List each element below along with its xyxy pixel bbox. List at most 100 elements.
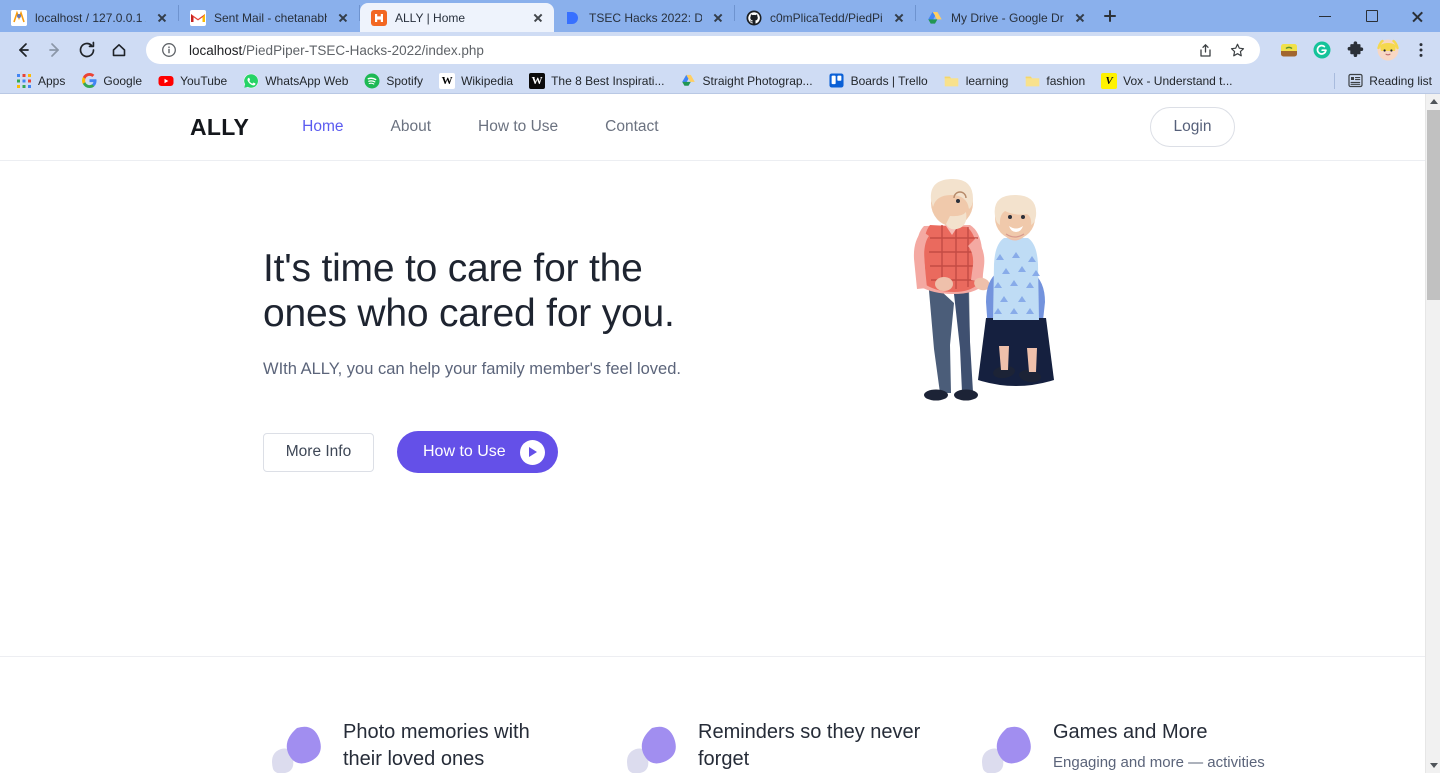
more-info-button[interactable]: More Info (263, 432, 374, 472)
browser-tab[interactable]: localhost / 127.0.0.1 / tsech (0, 3, 178, 32)
browser-tab[interactable]: c0mPlicaTedd/PiedPiper-TS (735, 3, 915, 32)
feature-card: Photo memories with their loved ones (263, 719, 568, 773)
scroll-up-icon[interactable] (1426, 94, 1440, 109)
bookmark-youtube[interactable]: YouTube (150, 70, 235, 92)
how-to-use-label: How to Use (423, 443, 506, 460)
bookmark-apps[interactable]: Apps (8, 70, 73, 92)
nav-link-contact[interactable]: Contact (605, 118, 658, 136)
close-icon[interactable] (530, 10, 546, 26)
bookmark-label: YouTube (180, 73, 228, 88)
bookmark-trello[interactable]: Boards | Trello (821, 70, 936, 92)
folder-icon (1024, 73, 1040, 89)
address-bar[interactable]: localhost/PiedPiper-TSEC-Hacks-2022/inde… (146, 36, 1260, 64)
ally-icon (371, 9, 387, 26)
browser-tab-active[interactable]: ALLY | Home (360, 3, 554, 32)
chrome-menu-icon[interactable] (1410, 39, 1432, 61)
spotify-icon (364, 73, 380, 89)
close-icon[interactable] (154, 10, 170, 26)
extensions-row (1268, 39, 1432, 61)
reload-icon[interactable] (72, 35, 102, 65)
window-controls (1302, 0, 1440, 32)
bookmark-straight-photography[interactable]: Straight Photograp... (672, 70, 820, 92)
hero-title-line1: It's time to care for the (263, 247, 643, 290)
bookmark-whatsapp[interactable]: WhatsApp Web (235, 70, 356, 92)
page-scrollbar[interactable] (1425, 94, 1440, 773)
close-window-button[interactable] (1394, 0, 1440, 32)
bookmark-vox[interactable]: V Vox - Understand t... (1093, 70, 1240, 92)
close-icon[interactable] (710, 10, 726, 26)
page-viewport: ALLY Home About How to Use Contact Login… (0, 94, 1440, 773)
home-icon[interactable] (104, 35, 134, 65)
whatsapp-icon (243, 73, 259, 89)
youtube-icon (158, 73, 174, 89)
bookmark-label: Vox - Understand t... (1123, 73, 1233, 88)
bookmark-label: Spotify (386, 73, 424, 88)
browser-tab[interactable]: My Drive - Google Drive (916, 3, 1096, 32)
profile-avatar[interactable] (1377, 39, 1399, 61)
close-icon[interactable] (335, 10, 351, 26)
share-icon[interactable] (1194, 39, 1216, 61)
folder-icon (944, 73, 960, 89)
scroll-down-icon[interactable] (1426, 758, 1440, 773)
vox-icon: V (1101, 72, 1118, 89)
browser-tab[interactable]: TSEC Hacks 2022: Dashboa (554, 3, 734, 32)
bookmark-folder-fashion[interactable]: fashion (1016, 70, 1093, 92)
feature-title: Games and More (1053, 721, 1208, 743)
feature-desc: Engaging and more — activities (1053, 754, 1265, 771)
reading-list-label: Reading list (1369, 73, 1432, 88)
forward-icon[interactable] (40, 35, 70, 65)
elderly-couple-illustration (900, 176, 1070, 406)
url-path: /PiedPiper-TSEC-Hacks-2022/index.php (242, 42, 484, 58)
bookmark-label: WhatsApp Web (265, 73, 349, 88)
feature-text: Reminders so they never forget (698, 719, 923, 773)
site-navbar: ALLY Home About How to Use Contact Login (0, 94, 1425, 161)
trello-icon (829, 73, 845, 89)
grammarly-extension-icon[interactable] (1311, 39, 1333, 61)
tab-strip: localhost / 127.0.0.1 / tsech Sent Mail … (0, 0, 1440, 32)
scrollbar-thumb[interactable] (1427, 110, 1440, 300)
close-icon[interactable] (1072, 10, 1088, 26)
puzzle-extensions-icon[interactable] (1344, 39, 1366, 61)
bookmark-wikipedia[interactable]: W Wikipedia (431, 70, 521, 92)
wikipedia-icon: W (439, 72, 456, 89)
url-host: localhost (189, 42, 243, 58)
reading-list-icon (1347, 73, 1363, 89)
minimize-button[interactable] (1302, 0, 1348, 32)
bookmark-star-icon[interactable] (1226, 39, 1248, 61)
bookmark-google[interactable]: Google (73, 70, 150, 92)
page-title: It's time to care for the ones who cared… (263, 246, 903, 336)
omnibox-actions (1184, 39, 1248, 61)
purple-blob-icon (263, 719, 325, 773)
bookmark-inspiration[interactable]: W The 8 Best Inspirati... (521, 70, 672, 92)
googledrive-icon (680, 73, 696, 89)
hero-copy: It's time to care for the ones who cared… (263, 246, 903, 473)
feature-title: Photo memories with their loved ones (343, 721, 530, 770)
site-info-icon[interactable] (158, 39, 180, 61)
tab-title: c0mPlicaTedd/PiedPiper-TS (770, 10, 883, 25)
tab-title: TSEC Hacks 2022: Dashboa (589, 10, 702, 25)
browser-tab[interactable]: Sent Mail - chetanabhojwar (179, 3, 359, 32)
bookmark-folder-learning[interactable]: learning (936, 70, 1017, 92)
brand-logo[interactable]: ALLY (190, 114, 249, 141)
bookmark-label: Wikipedia (461, 73, 514, 88)
back-icon[interactable] (8, 35, 38, 65)
feature-text: Games and More Engaging and more — activ… (1053, 719, 1265, 773)
tab-title: Sent Mail - chetanabhojwar (214, 10, 327, 25)
reading-list-button[interactable]: Reading list (1334, 72, 1432, 89)
feature-card: Games and More Engaging and more — activ… (973, 719, 1278, 773)
close-icon[interactable] (891, 10, 907, 26)
hero-subtitle: WIth ALLY, you can help your family memb… (263, 360, 681, 378)
how-to-use-button[interactable]: How to Use (397, 431, 558, 473)
maximize-button[interactable] (1348, 0, 1394, 32)
bookmark-label: Apps (38, 73, 66, 88)
honey-extension-icon[interactable] (1278, 39, 1300, 61)
login-button[interactable]: Login (1150, 107, 1235, 147)
bookmark-spotify[interactable]: Spotify (356, 70, 431, 92)
web-page: ALLY Home About How to Use Contact Login… (0, 94, 1425, 773)
bookmarks-bar: Apps Google YouTube WhatsApp Web Spotify (0, 68, 1440, 94)
new-tab-button[interactable] (1096, 2, 1124, 30)
play-icon (519, 439, 545, 465)
nav-link-about[interactable]: About (391, 118, 432, 136)
nav-link-how-to-use[interactable]: How to Use (478, 118, 558, 136)
nav-link-home[interactable]: Home (302, 118, 343, 136)
